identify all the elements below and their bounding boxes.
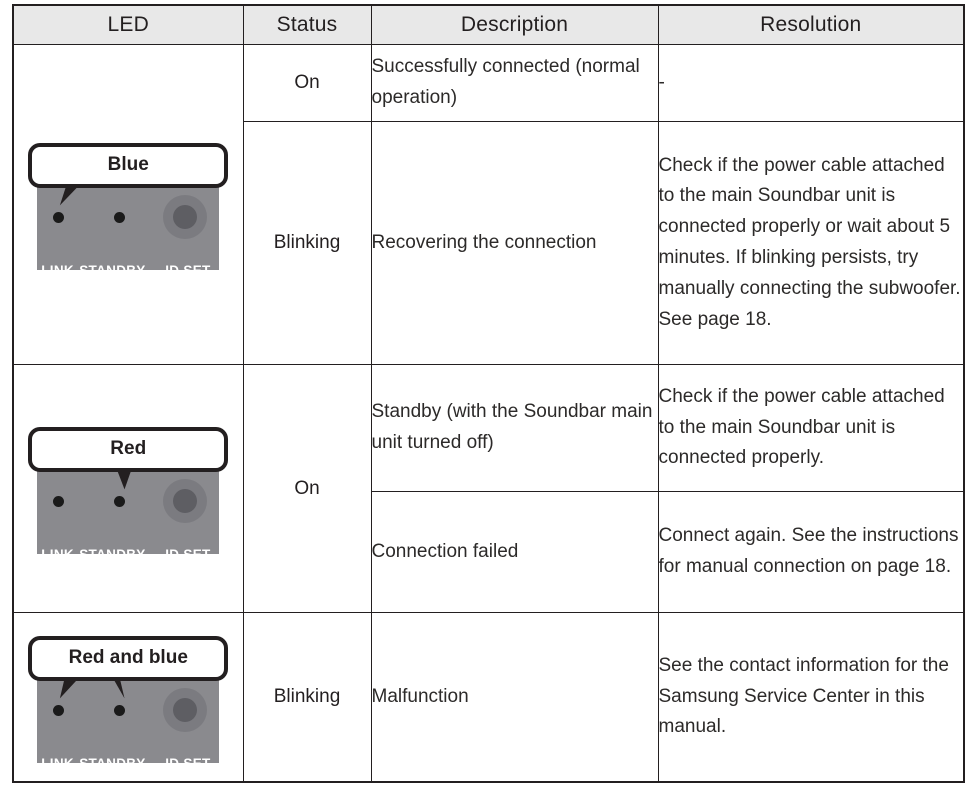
callout-bubble-red: Red xyxy=(28,427,229,472)
column-header-status: Status xyxy=(242,4,372,45)
status-cell: On xyxy=(242,364,372,613)
panel-label-id-set: ID SET xyxy=(165,547,211,562)
status-cell: On xyxy=(242,44,372,122)
callout-bubble-blue: Blue xyxy=(28,143,229,188)
column-header-led: LED xyxy=(12,4,244,45)
link-led-indicator xyxy=(53,212,65,223)
led-indicator-cell-blue: Blue LINK STANDBY ID SET xyxy=(12,44,244,365)
table-row: Red and blue LINK STANDBY ID SET Blinkin… xyxy=(12,612,965,783)
description-cell: Malfunction xyxy=(370,612,659,783)
resolution-cell: Connect again. See the instructions for … xyxy=(657,491,965,613)
panel-face: LINK STANDBY ID SET xyxy=(37,186,220,278)
panel-face: LINK STANDBY ID SET xyxy=(37,470,220,562)
standby-led-indicator xyxy=(114,212,126,223)
description-cell: Recovering the connection xyxy=(370,121,659,365)
table-header: LED Status Description Resolution xyxy=(12,4,965,45)
table-row: Red LINK STANDBY ID SET On Standby (with… xyxy=(12,364,965,613)
subwoofer-panel-red-blue: Red and blue LINK STANDBY ID SET xyxy=(28,632,229,771)
resolution-cell: See the contact information for the Sams… xyxy=(657,612,965,783)
panel-label-link: LINK xyxy=(41,547,74,562)
resolution-cell: Check if the power cable attached to the… xyxy=(657,121,965,365)
table-row: Blue LINK STANDBY ID SET On Successfully… xyxy=(12,44,965,365)
callout-label: Blue xyxy=(107,154,149,175)
id-set-button-icon xyxy=(163,687,208,732)
column-header-resolution: Resolution xyxy=(657,4,965,45)
panel-label-link: LINK xyxy=(41,755,74,771)
led-indicator-cell-red-and-blue: Red and blue LINK STANDBY ID SET xyxy=(12,612,244,783)
led-indicator-cell-red: Red LINK STANDBY ID SET xyxy=(12,364,244,613)
standby-led-indicator xyxy=(114,704,126,716)
panel-label-id-set: ID SET xyxy=(165,755,211,771)
resolution-cell: - xyxy=(657,44,965,122)
panel-label-id-set: ID SET xyxy=(165,263,211,278)
callout-label: Red and blue xyxy=(68,646,188,668)
link-led-indicator xyxy=(53,496,65,507)
led-status-table: LED Status Description Resolution Blue L… xyxy=(12,4,965,783)
status-cell: Blinking xyxy=(242,121,372,365)
description-cell: Standby (with the Soundbar main unit tur… xyxy=(370,364,659,492)
description-cell: Connection failed xyxy=(370,491,659,613)
column-header-description: Description xyxy=(370,4,659,45)
panel-label-standby: STANDBY xyxy=(79,755,146,771)
link-led-indicator xyxy=(53,704,65,716)
callout-bubble-red-blue: Red and blue xyxy=(28,635,229,681)
resolution-cell: Check if the power cable attached to the… xyxy=(657,364,965,492)
panel-label-standby: STANDBY xyxy=(79,263,146,278)
header-row: LED Status Description Resolution xyxy=(12,4,965,45)
id-set-button-icon xyxy=(163,479,208,523)
status-cell: Blinking xyxy=(242,612,372,783)
table-body: Blue LINK STANDBY ID SET On Successfully… xyxy=(12,44,965,783)
led-status-table-container: LED Status Description Resolution Blue L… xyxy=(12,4,965,783)
panel-face: LINK STANDBY ID SET xyxy=(37,678,220,771)
callout-label: Red xyxy=(110,438,147,459)
id-set-button-icon xyxy=(163,195,208,239)
subwoofer-panel-red: Red LINK STANDBY ID SET xyxy=(28,423,229,562)
panel-label-standby: STANDBY xyxy=(79,547,146,562)
panel-label-link: LINK xyxy=(41,263,74,278)
standby-led-indicator xyxy=(114,496,126,507)
description-cell: Successfully connected (normal operation… xyxy=(370,44,659,122)
subwoofer-panel-blue: Blue LINK STANDBY ID SET xyxy=(28,139,229,278)
